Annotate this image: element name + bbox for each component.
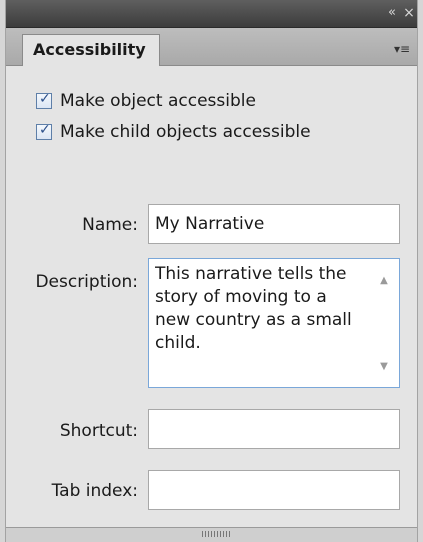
right-edge (417, 0, 423, 542)
shortcut-label: Shortcut: (59, 421, 138, 441)
make-object-accessible-option[interactable]: ✓ Make object accessible (36, 88, 256, 114)
scroll-up-arrow-icon[interactable]: ▲ (376, 275, 392, 289)
description-field[interactable]: This narrative tells the story of moving… (148, 258, 400, 388)
name-label: Name: (82, 215, 138, 235)
resize-grip-icon[interactable] (202, 531, 232, 537)
double-chevron-left-icon[interactable]: « (384, 4, 400, 22)
description-label: Description: (35, 272, 138, 292)
tab-accessibility[interactable]: Accessibility (22, 34, 160, 66)
panel-titlebar[interactable]: « × (6, 0, 417, 28)
panel-menu-icon[interactable]: ▾≡ (394, 42, 416, 56)
accessibility-panel: « × Accessibility ▾≡ ✓ Make object acces… (0, 0, 423, 542)
checkmark-icon: ✓ (39, 91, 51, 107)
panel-content: ✓ Make object accessible ✓ Make child ob… (6, 66, 417, 527)
tab-strip: Accessibility ▾≡ (6, 28, 417, 66)
tab-index-field[interactable] (148, 470, 400, 510)
checkmark-icon: ✓ (39, 122, 51, 138)
make-object-accessible-checkbox[interactable]: ✓ (36, 91, 52, 109)
scroll-down-arrow-icon[interactable]: ▼ (376, 361, 392, 375)
close-icon[interactable]: × (402, 4, 416, 22)
make-object-accessible-label: Make object accessible (60, 91, 256, 111)
make-child-objects-accessible-checkbox[interactable]: ✓ (36, 122, 52, 140)
name-field[interactable] (148, 204, 400, 244)
make-child-objects-accessible-option[interactable]: ✓ Make child objects accessible (36, 119, 311, 145)
panel-bottom-bar (6, 527, 417, 542)
shortcut-field[interactable] (148, 409, 400, 449)
description-text[interactable]: This narrative tells the story of moving… (155, 263, 365, 383)
make-child-objects-accessible-label: Make child objects accessible (60, 122, 311, 142)
tab-index-label: Tab index: (51, 481, 138, 501)
